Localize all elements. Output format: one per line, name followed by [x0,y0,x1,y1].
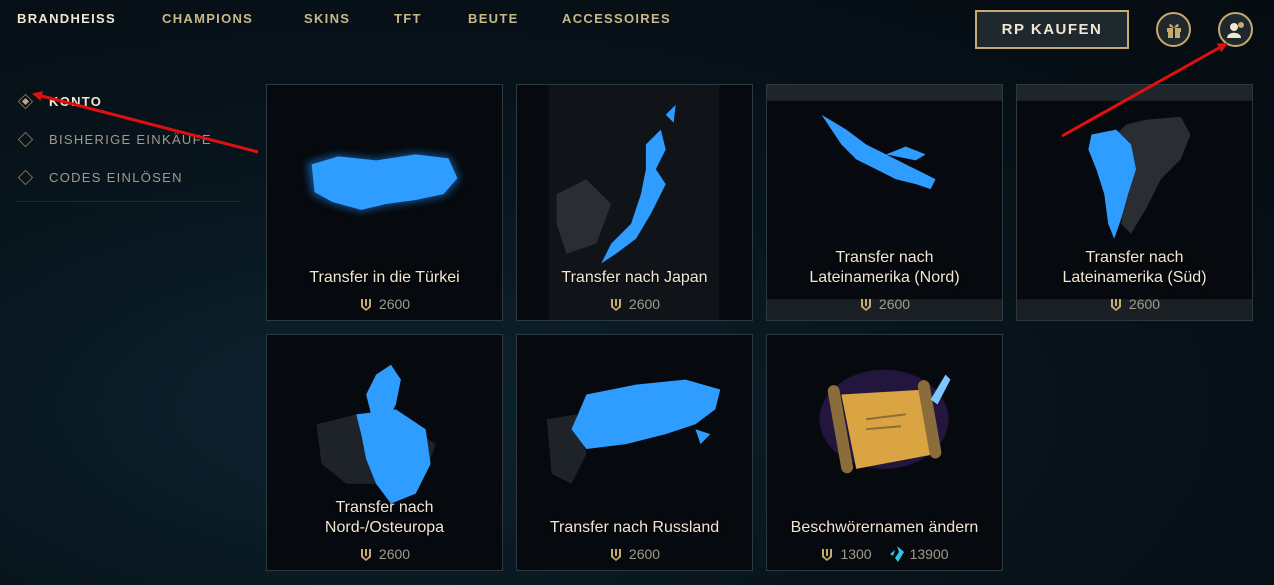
gift-button[interactable] [1156,12,1191,47]
nav-tab-skins[interactable]: SKINS [304,11,350,26]
diamond-icon [17,93,34,109]
product-card-latam-south-transfer[interactable]: Transfer nach Lateinamerika (Süd) 2600 [1016,84,1253,321]
be-icon [360,549,371,561]
account-icon [1226,21,1244,38]
product-card-summoner-name-change[interactable]: Beschwörernamen ändern 1300 13900 [766,334,1003,571]
account-button[interactable] [1218,12,1253,47]
product-title: Transfer nach Nord-/Osteuropa [324,499,445,536]
nav-tab-tft[interactable]: TFT [394,11,422,26]
be-icon [610,299,621,311]
diamond-icon [17,169,34,185]
product-card-turkey-transfer[interactable]: Transfer in die Türkei 2600 [266,84,503,321]
be-icon [360,299,371,311]
product-card-latam-north-transfer[interactable]: Transfer nach Lateinamerika (Nord) 2600 [766,84,1003,321]
price-value: 2600 [1128,296,1161,312]
product-price: 1300 13900 [767,546,1002,562]
product-price: 2600 [517,546,752,562]
be-icon [1110,299,1121,311]
price-value-rp: 13900 [909,546,949,562]
product-card-japan-transfer[interactable]: Transfer nach Japan 2600 [516,84,753,321]
price-value: 2600 [628,296,661,312]
product-price: 2600 [767,296,1002,312]
price-value: 1300 [840,546,872,562]
sidebar-item-purchase-history[interactable]: BISHERIGE EINKÄUFE [17,120,241,158]
product-price: 2600 [1017,296,1252,312]
sidebar-divider [17,201,241,202]
be-icon [822,549,833,561]
nav-tab-beute[interactable]: BEUTE [468,11,519,26]
price-value: 2600 [878,296,911,312]
diamond-icon [17,131,34,147]
nav-tab-accessoires[interactable]: ACCESSOIRES [562,11,671,26]
store-sidebar: KONTO BISHERIGE EINKÄUFE CODES EINLÖSEN [17,82,241,202]
price-value: 2600 [628,546,661,562]
be-icon [860,299,871,311]
price-value: 2600 [378,546,411,562]
buy-rp-button[interactable]: RP KAUFEN [975,10,1129,49]
product-title: Transfer nach Russland [549,519,720,536]
nav-tab-champions[interactable]: CHAMPIONS [162,11,253,26]
product-title: Transfer nach Japan [561,269,708,286]
be-icon [610,549,621,561]
sidebar-item-label: BISHERIGE EINKÄUFE [49,131,212,147]
sidebar-item-label: KONTO [49,93,103,109]
sidebar-item-label: CODES EINLÖSEN [49,169,183,185]
product-title: Transfer nach Lateinamerika (Süd) [1062,249,1207,286]
rp-icon [889,546,904,562]
product-title: Transfer in die Türkei [309,269,460,286]
gift-icon [1166,23,1181,38]
product-price: 2600 [267,296,502,312]
product-card-russia-transfer[interactable]: Transfer nach Russland 2600 [516,334,753,571]
nav-tab-brandheiss[interactable]: BRANDHEISS [17,11,116,26]
product-title: Beschwörernamen ändern [790,519,979,536]
product-price: 2600 [267,546,502,562]
product-card-eune-transfer[interactable]: Transfer nach Nord-/Osteuropa 2600 [266,334,503,571]
price-value: 2600 [378,296,411,312]
sidebar-item-redeem-codes[interactable]: CODES EINLÖSEN [17,158,241,196]
sidebar-item-konto[interactable]: KONTO [17,82,241,120]
product-price: 2600 [517,296,752,312]
product-title: Transfer nach Lateinamerika (Nord) [809,249,960,286]
